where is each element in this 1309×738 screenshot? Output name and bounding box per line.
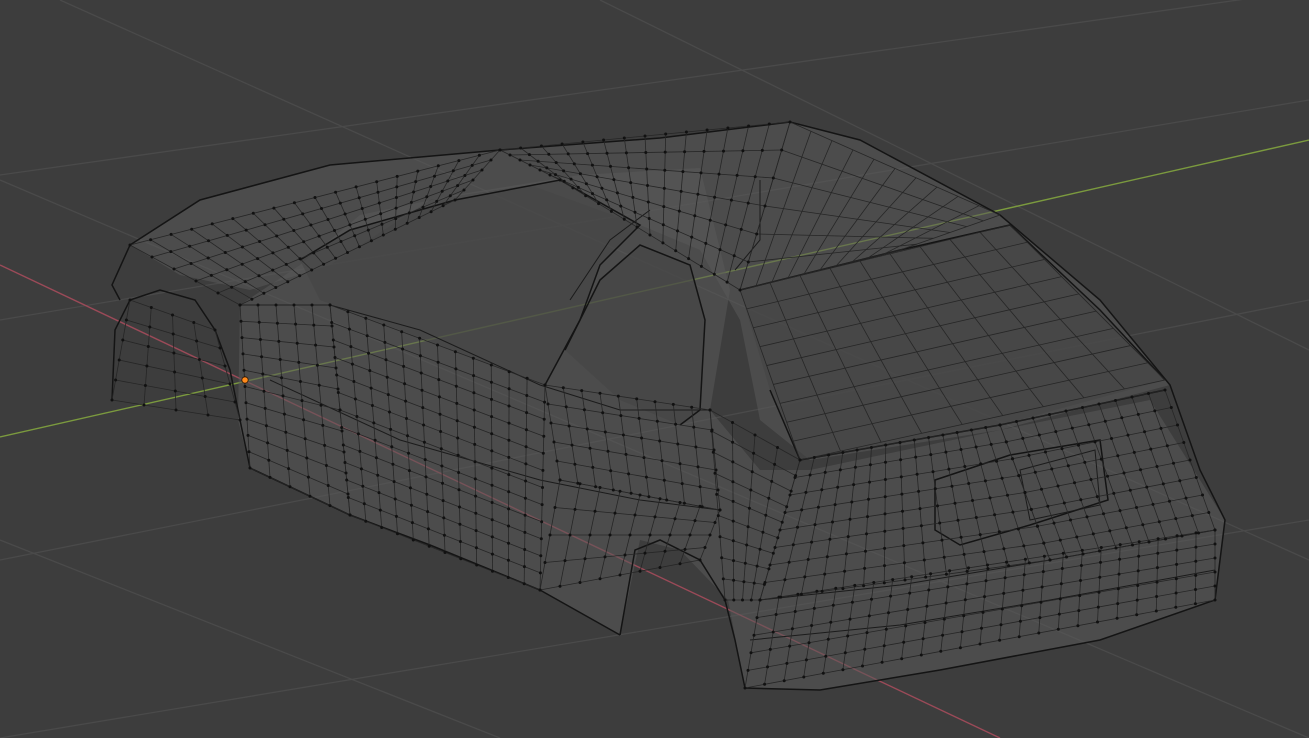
viewport-canvas[interactable] <box>0 0 1309 738</box>
car-body-mesh[interactable] <box>110 120 1226 691</box>
3d-viewport[interactable] <box>0 0 1309 738</box>
selected-vertex[interactable] <box>241 376 249 384</box>
